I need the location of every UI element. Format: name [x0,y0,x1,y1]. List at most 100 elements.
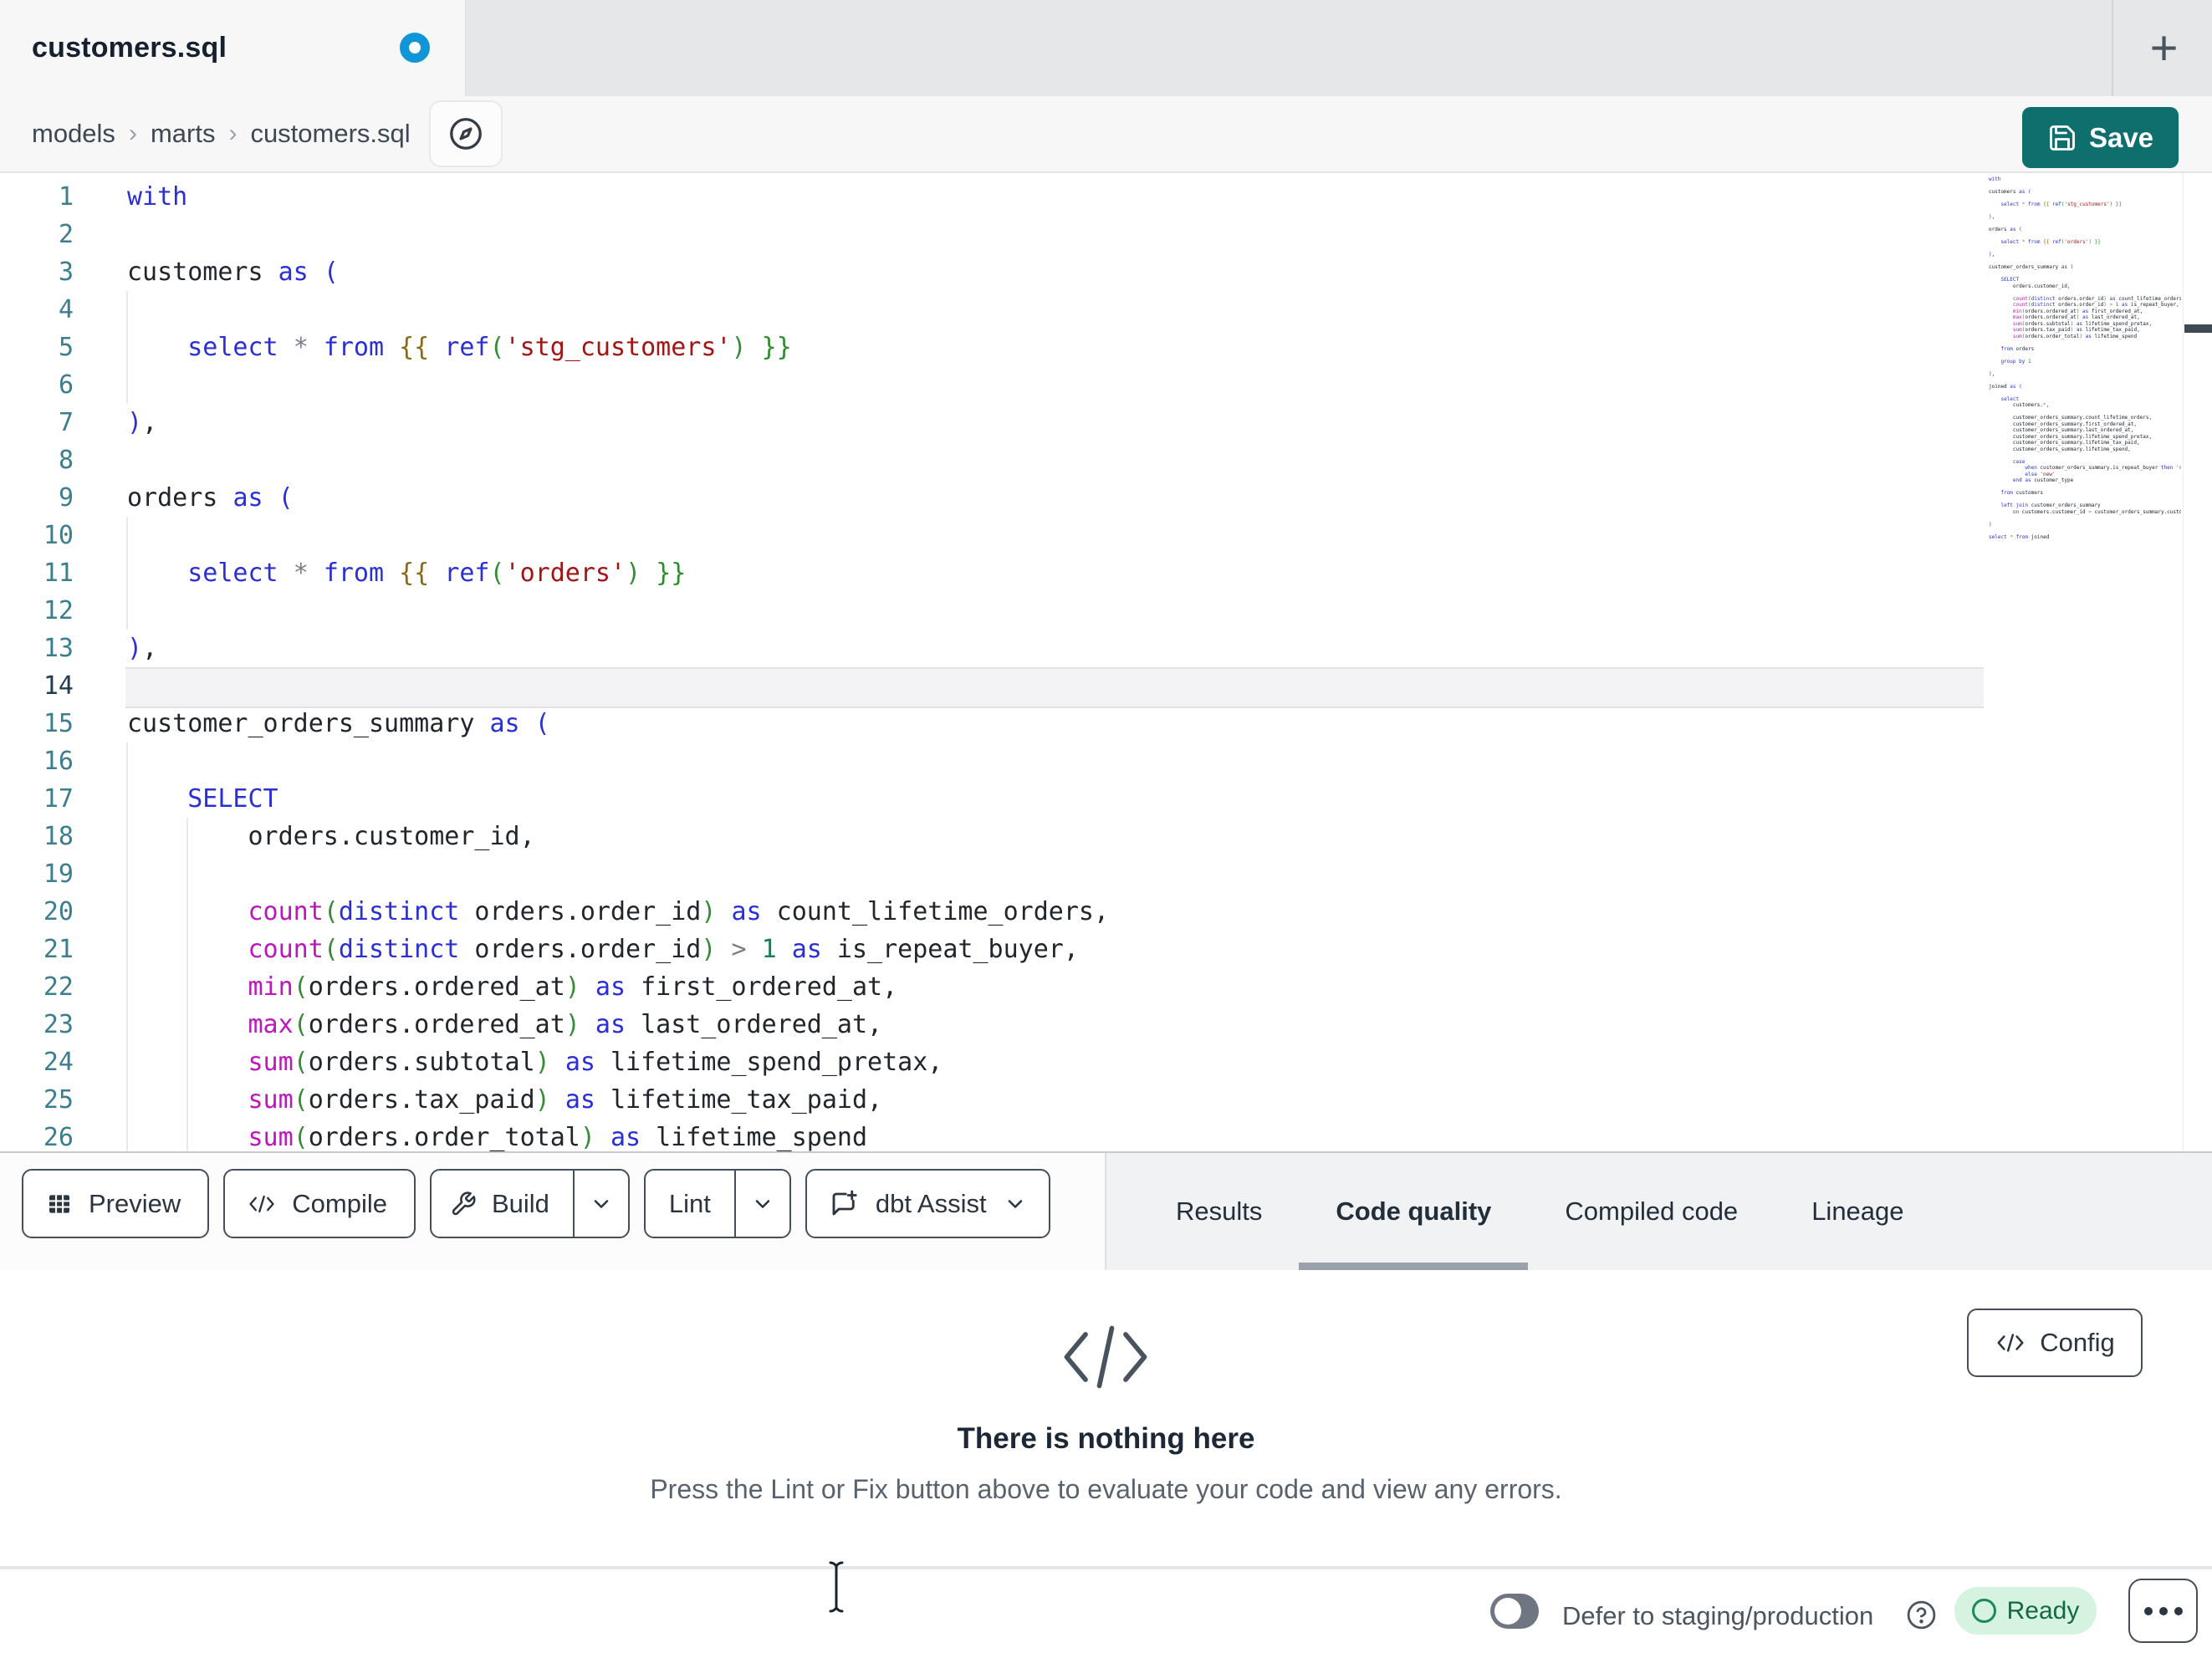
code-line[interactable]: select * from {{ ref('stg_customers') }} [127,329,1984,366]
code-line[interactable]: ), [127,630,1984,667]
lint-dropdown-button[interactable] [733,1171,789,1237]
build-dropdown-button[interactable] [572,1171,628,1237]
minimap-line [1989,377,2181,384]
minimap-line [1989,352,2181,359]
defer-toggle[interactable] [1490,1594,1539,1629]
tabstrip-divider [2112,0,2113,96]
minimap-line [1989,497,2181,503]
help-icon[interactable] [1906,1599,1937,1630]
minimap-line: customers.*, [1989,402,2050,408]
code-line[interactable] [127,742,1984,780]
chat-sparkle-icon [829,1189,859,1219]
gutter-line-number: 6 [58,370,74,400]
minimap-line: SELECT [2000,277,2020,283]
chevron-down-icon [594,1199,609,1208]
dbt-assist-button[interactable]: dbt Assist [805,1169,1050,1238]
code-line[interactable]: count(distinct orders.order_id) > 1 as i… [127,931,1984,968]
minimap-line: sum(orders.order_total) as lifetime_spen… [2012,333,2138,339]
minimap-line: min(orders.ordered_at) as first_ordered_… [2012,308,2143,314]
breadcrumb-file[interactable]: customers.sql [250,119,410,149]
breadcrumb-models[interactable]: models [32,119,115,149]
minimap-divider [2183,173,2184,1151]
more-options-button[interactable] [2128,1579,2198,1643]
save-button[interactable]: Save [2022,107,2179,168]
gutter-line-number: 12 [43,596,74,625]
minimap-line: customer_orders_summary.lifetime_spend, [1989,446,2131,452]
toolbar-buttons: Preview Compile Build Lint dbt Assist [22,1169,1050,1238]
config-button[interactable]: Config [1967,1309,2143,1377]
breadcrumb: models › marts › customers.sql [32,119,411,149]
minimap-line: group by 1 [2000,358,2031,365]
code-line[interactable]: with [127,178,1984,216]
code-line[interactable]: ), [127,404,1984,441]
code-line[interactable]: orders as ( [127,479,1984,517]
gutter-line-number: 25 [43,1085,74,1115]
code-line[interactable]: customers as ( [127,253,1984,291]
table-icon [45,1190,74,1218]
code-line[interactable]: max(orders.ordered_at) as last_ordered_a… [127,1006,1984,1043]
minimap-line [1989,409,2181,416]
code-line[interactable]: orders.customer_id, [127,818,1984,855]
code-line[interactable]: customer_orders_summary as ( [127,705,1984,742]
minimap-line: joined as ( [1989,383,2022,390]
code-line[interactable]: SELECT [127,780,1984,818]
empty-state-hint: Press the Lint or Fix button above to ev… [650,1474,1562,1504]
minimap-line: select * from {{ ref('orders') }} [2000,239,2101,245]
minimap-line [1989,289,2181,296]
minimap-line [1989,528,2181,534]
dbt-cloud-ide: customers.sql + models › marts › custome… [0,0,2212,1653]
gutter-line-number: 5 [58,333,74,362]
gutter-line-number: 4 [58,295,74,324]
compass-icon [449,118,482,150]
new-tab-button[interactable]: + [2133,17,2195,79]
minimap-line [1989,258,2181,265]
tab-code-quality[interactable]: Code quality [1299,1153,1529,1270]
code-line[interactable] [127,441,1984,479]
code-line[interactable] [127,216,1984,253]
minimap-line: customer_orders_summary.lifetime_tax_pai… [1989,440,2140,446]
minimap[interactable]: with customers as ( select * from {{ ref(… [1989,176,2181,1146]
status-badge: Ready [1954,1587,2097,1635]
code-line[interactable] [127,517,1984,554]
minimap-line: max(orders.ordered_at) as last_ordered_a… [2012,314,2140,320]
code-line[interactable]: select * from {{ ref('orders') }} [127,554,1984,592]
code-line[interactable]: sum(orders.tax_paid) as lifetime_tax_pai… [127,1081,1984,1119]
code-line[interactable] [127,291,1984,329]
minimap-line [1989,196,2181,202]
lint-label: Lint [668,1188,711,1218]
gutter-line-number: 14 [43,671,74,701]
compile-button[interactable]: Compile [223,1169,416,1238]
minimap-line [1989,233,2181,240]
lint-split-button: Lint [643,1169,791,1238]
code-line[interactable] [127,855,1984,893]
code-line[interactable]: sum(orders.subtotal) as lifetime_spend_p… [127,1043,1984,1081]
code-line[interactable]: min(orders.ordered_at) as first_ordered_… [127,968,1984,1006]
gutter-line-number: 20 [43,897,74,926]
gutter-line-number: 23 [43,1010,74,1039]
sql-code-editor[interactable]: 1 2 3 4 5 6 7 8 9 10 11 12 13 14 15 16 17 18 19 20 21 22 23 24 2… [0,173,2212,1151]
preview-button[interactable]: Preview [22,1169,210,1238]
code-line[interactable] [127,366,1984,404]
scrollbar-thumb[interactable] [2184,324,2212,333]
minimap-line [1989,484,2181,491]
build-button[interactable]: Build [432,1171,573,1237]
minimap-line: select [2000,395,2020,402]
code-line[interactable] [127,592,1984,630]
tab-compiled-code[interactable]: Compiled code [1528,1153,1775,1270]
lint-button[interactable]: Lint [646,1171,734,1237]
chevron-down-icon [755,1199,770,1208]
gutter-line-number: 2 [58,220,74,249]
breadcrumb-marts[interactable]: marts [151,119,216,149]
code-line[interactable] [127,667,1984,705]
code-line[interactable]: sum(orders.order_total) as lifetime_spen… [127,1119,1984,1151]
tab-lineage[interactable]: Lineage [1775,1153,1940,1270]
tab-results[interactable]: Results [1139,1153,1299,1270]
code-line[interactable]: count(distinct orders.order_id) as count… [127,893,1984,931]
file-tab-customers-sql[interactable]: customers.sql [0,0,466,96]
minimap-line: with [1989,176,2001,182]
code-lines[interactable]: with customers as ( select * from {{ ref(… [127,178,1984,1151]
minimap-line: count(distinct orders.order_id) > 1 as i… [2012,302,2179,308]
lineage-compass-button[interactable] [428,100,503,167]
status-bar: Defer to staging/production Ready [0,1568,2212,1653]
minimap-line: orders.customer_id, [1989,283,2071,289]
